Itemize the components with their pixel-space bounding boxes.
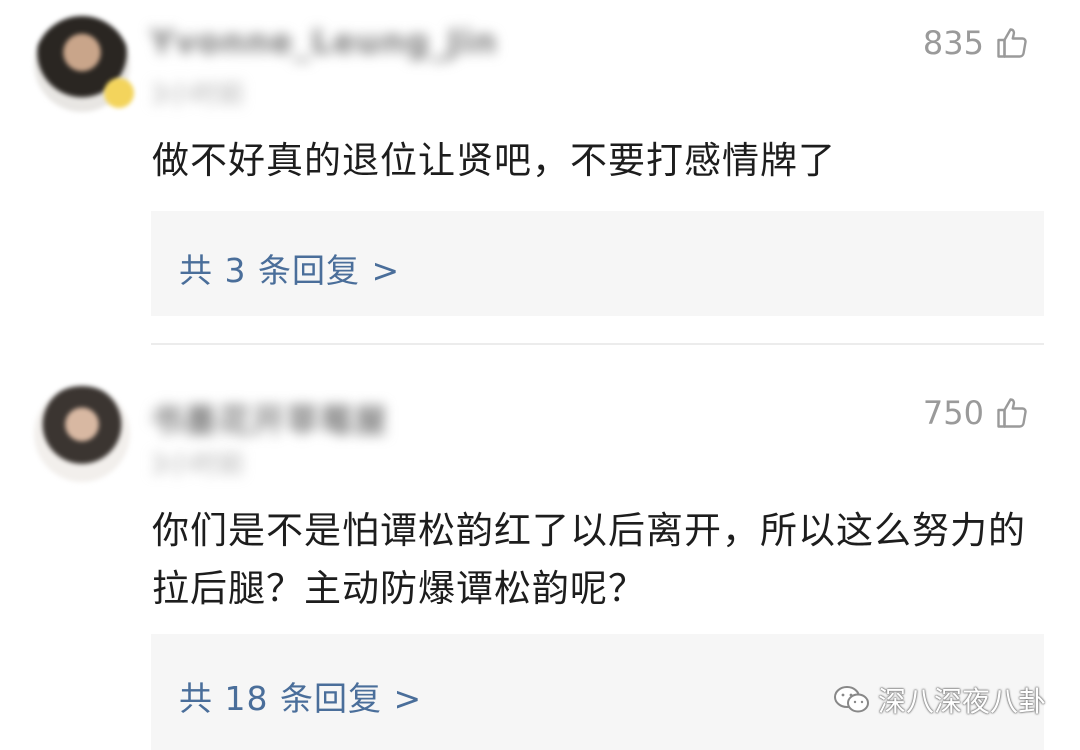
view-replies-link[interactable]: 共 3 条回复 > [179,244,400,292]
thumbs-up-icon [997,28,1027,58]
thumbs-up-icon [997,398,1027,428]
comment-text: 做不好真的退位让贤吧，不要打感情牌了 [152,139,836,182]
user-name[interactable]: Yvonne_Leung_Jin [150,22,498,61]
divider [151,343,1044,345]
avatar[interactable] [34,386,130,482]
verified-badge-icon [104,78,134,108]
timestamp: 3小时前 [150,450,245,480]
timestamp: 3小时前 [150,80,245,110]
like-count: 835 [922,24,984,62]
watermark: 深八深夜八卦 [832,680,1046,720]
like-button[interactable]: 750 [923,394,1030,432]
comment-text: 你们是不是怕谭松韵红了以后离开，所以这么努力的拉后腿？主动防爆谭松韵呢？ [152,509,1026,610]
wechat-icon [833,686,869,713]
like-count: 750 [922,394,984,432]
user-name[interactable]: 书墨花开草莓屋 [150,394,388,442]
view-replies-link[interactable]: 共 18 条回复 > [179,672,422,720]
like-button[interactable]: 835 [923,24,1030,62]
watermark-text: 深八深夜八卦 [877,685,1046,718]
reply-summary[interactable]: 共 3 条回复 > [151,211,1044,316]
